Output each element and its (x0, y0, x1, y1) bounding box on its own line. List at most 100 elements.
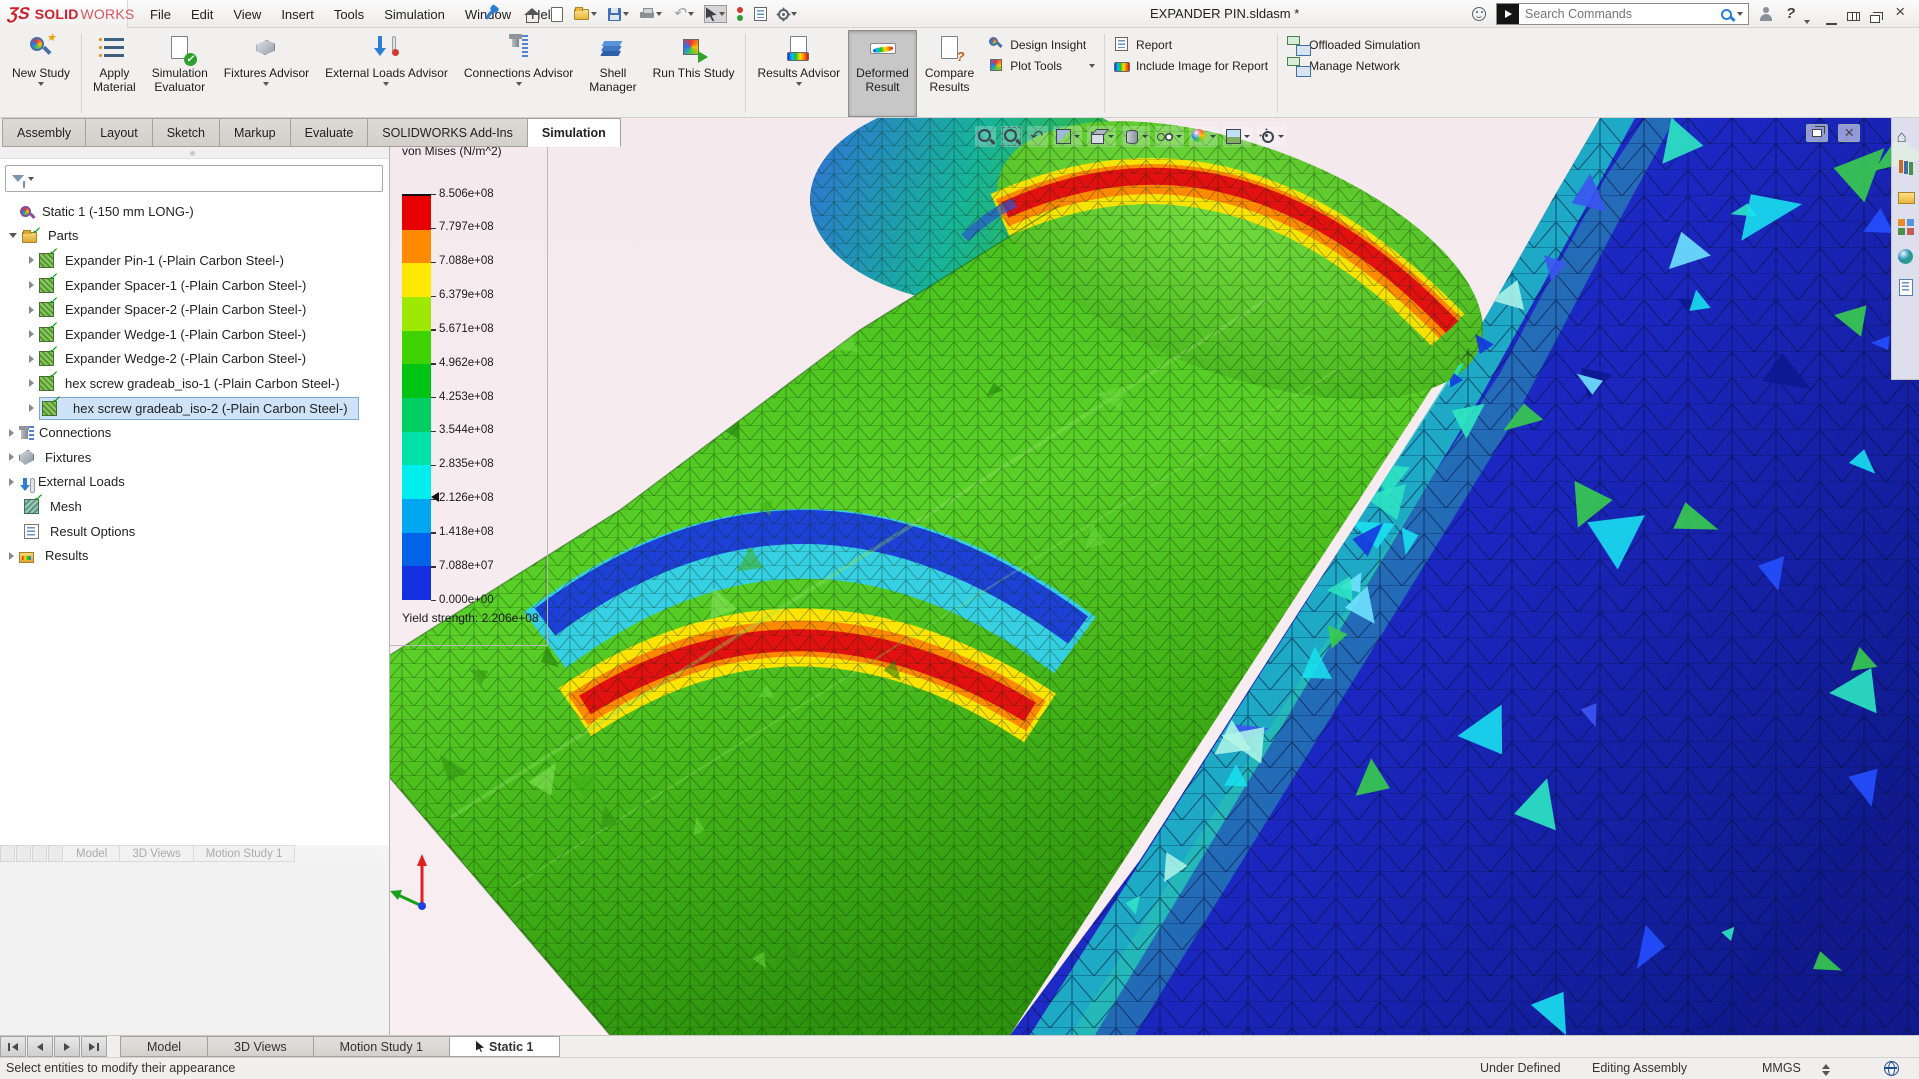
tree-item-results[interactable]: Results (0, 543, 388, 568)
offloaded-simulation-button[interactable]: Offloaded Simulation (1287, 36, 1420, 53)
expand-caret-icon[interactable] (9, 429, 14, 437)
undo-button[interactable] (672, 7, 695, 21)
menu-file[interactable]: File (140, 2, 181, 27)
search-dropdown-caret-icon[interactable] (1737, 12, 1743, 16)
login-button[interactable] (1760, 7, 1772, 24)
design-insight-button[interactable]: Design Insight (988, 36, 1095, 53)
hide-show-items-button[interactable] (1155, 126, 1184, 147)
custom-properties-icon[interactable] (1897, 278, 1915, 296)
expand-caret-icon[interactable] (29, 330, 34, 338)
print-button[interactable] (639, 7, 663, 21)
expand-caret-icon[interactable] (29, 404, 34, 412)
section-view-button[interactable] (1053, 126, 1082, 147)
doc-tab-model[interactable]: Model (120, 1036, 208, 1057)
options-button[interactable] (777, 8, 798, 21)
file-properties-button[interactable] (753, 6, 768, 22)
include-image-for-report-button[interactable]: Include Image for Report (1114, 57, 1268, 74)
shell-manager-button[interactable]: Shell Manager (581, 30, 644, 117)
previous-tab-button[interactable] (27, 1036, 53, 1057)
view-palette-icon[interactable] (1897, 218, 1915, 236)
view-settings-button[interactable] (1257, 126, 1286, 147)
zoom-to-area-button[interactable] (1001, 126, 1022, 147)
design-library-icon[interactable] (1897, 158, 1915, 176)
external-loads-advisor-button[interactable]: External Loads Advisor (317, 30, 456, 117)
tree-item-static-1-150-mm-long[interactable]: Static 1 (-150 mm LONG-) (0, 199, 388, 224)
expand-caret-icon[interactable] (9, 552, 14, 560)
menu-edit[interactable]: Edit (181, 2, 223, 27)
expand-caret-icon[interactable] (29, 281, 34, 289)
feedback-button[interactable] (1472, 7, 1486, 24)
tab-evaluate[interactable]: Evaluate (291, 118, 369, 147)
tree-item-hex-screw-gradeab-iso-2-plain-carbon-steel[interactable]: hex screw gradeab_iso-2 (-Plain Carbon S… (0, 396, 388, 421)
open-document-button[interactable] (573, 8, 598, 21)
expand-caret-icon[interactable] (29, 379, 34, 387)
tab-assembly[interactable]: Assembly (2, 118, 86, 147)
tree-item-fixtures[interactable]: Fixtures (0, 445, 388, 470)
status-units[interactable]: MMGS (1762, 1061, 1801, 1075)
stress-legend[interactable]: von Mises (N/m^2) 8.506e+087.797e+087.08… (390, 118, 548, 646)
tree-item-mesh[interactable]: Mesh (0, 494, 388, 519)
doc-tab-motion-study-1[interactable]: Motion Study 1 (314, 1036, 450, 1057)
run-this-study-button[interactable]: Run This Study (645, 30, 743, 117)
first-tab-button[interactable] (0, 1036, 26, 1057)
help-dropdown[interactable] (1804, 12, 1810, 27)
tree-item-expander-spacer-2-plain-carbon-steel[interactable]: Expander Spacer-2 (-Plain Carbon Steel-) (0, 297, 388, 322)
doc-tab-3d-views[interactable]: 3D Views (208, 1036, 314, 1057)
search-input[interactable] (1519, 7, 1721, 21)
tree-item-result-options[interactable]: Result Options (0, 519, 388, 544)
appearances-scenes-icon[interactable] (1897, 248, 1915, 266)
results-advisor-button[interactable]: Results Advisor (749, 30, 848, 117)
menu-insert[interactable]: Insert (271, 2, 324, 27)
expand-caret-icon[interactable] (29, 306, 34, 314)
tree-item-expander-wedge-1-plain-carbon-steel[interactable]: Expander Wedge-1 (-Plain Carbon Steel-) (0, 322, 388, 347)
apply-material-button[interactable]: Apply Material (85, 30, 144, 117)
minimize-button[interactable] (1826, 13, 1837, 28)
tab-sketch[interactable]: Sketch (153, 118, 220, 147)
menu-tools[interactable]: Tools (324, 2, 374, 27)
menu-view[interactable]: View (223, 2, 271, 27)
deformed-result-button[interactable]: Deformed Result (848, 30, 917, 117)
simulation-evaluator-button[interactable]: Simulation Evaluator (144, 30, 216, 117)
tree-filter-box[interactable] (5, 165, 383, 192)
expand-caret-icon[interactable] (29, 256, 34, 264)
new-study-button[interactable]: New Study (4, 30, 78, 117)
connections-advisor-button[interactable]: Connections Advisor (456, 30, 581, 117)
tree-item-connections[interactable]: Connections (0, 420, 388, 445)
edit-appearance-button[interactable] (1189, 126, 1218, 147)
restore-document-button[interactable] (1806, 124, 1828, 142)
units-spinner-icon[interactable] (1822, 1064, 1830, 1069)
close-document-button[interactable] (1838, 124, 1860, 142)
span-displays-button[interactable] (1847, 9, 1860, 24)
fixtures-advisor-button[interactable]: Fixtures Advisor (216, 30, 317, 117)
tree-item-expander-wedge-2-plain-carbon-steel[interactable]: Expander Wedge-2 (-Plain Carbon Steel-) (0, 347, 388, 372)
expand-caret-icon[interactable] (9, 453, 14, 461)
help-button[interactable] (1786, 5, 1795, 22)
doc-tab-static-1[interactable]: Static 1 (450, 1036, 560, 1057)
tab-layout[interactable]: Layout (86, 118, 153, 147)
select-tool-button[interactable] (704, 5, 727, 23)
tree-item-expander-spacer-1-plain-carbon-steel[interactable]: Expander Spacer-1 (-Plain Carbon Steel-) (0, 273, 388, 298)
new-document-button[interactable] (550, 6, 564, 23)
menu-simulation[interactable]: Simulation (374, 2, 455, 27)
collapse-caret-icon[interactable] (9, 233, 17, 238)
save-button[interactable] (607, 7, 630, 22)
graphics-viewport[interactable] (390, 118, 1919, 1035)
last-tab-button[interactable] (81, 1036, 107, 1057)
connection-status-button[interactable] (1884, 1061, 1899, 1079)
manage-network-button[interactable]: Manage Network (1287, 57, 1420, 74)
file-explorer-icon[interactable] (1897, 188, 1915, 206)
tree-item-expander-pin-1-plain-carbon-steel[interactable]: Expander Pin-1 (-Plain Carbon Steel-) (0, 248, 388, 273)
previous-view-button[interactable] (1027, 126, 1048, 147)
display-style-button[interactable] (1121, 126, 1150, 147)
tab-solidworks-add-ins[interactable]: SOLIDWORKS Add-Ins (368, 118, 528, 147)
pin-menu-icon[interactable] (488, 8, 491, 23)
tree-item-external-loads[interactable]: External Loads (0, 470, 388, 495)
apply-scene-button[interactable] (1223, 126, 1252, 147)
home-icon[interactable] (1897, 128, 1915, 146)
compare-results-button[interactable]: Compare Results (917, 30, 982, 117)
restore-button[interactable] (1870, 11, 1880, 26)
tree-item-hex-screw-gradeab-iso-1-plain-carbon-steel[interactable]: hex screw gradeab_iso-1 (-Plain Carbon S… (0, 371, 388, 396)
report-button[interactable]: Report (1114, 36, 1268, 53)
next-tab-button[interactable] (54, 1036, 80, 1057)
zoom-to-fit-button[interactable] (975, 126, 996, 147)
